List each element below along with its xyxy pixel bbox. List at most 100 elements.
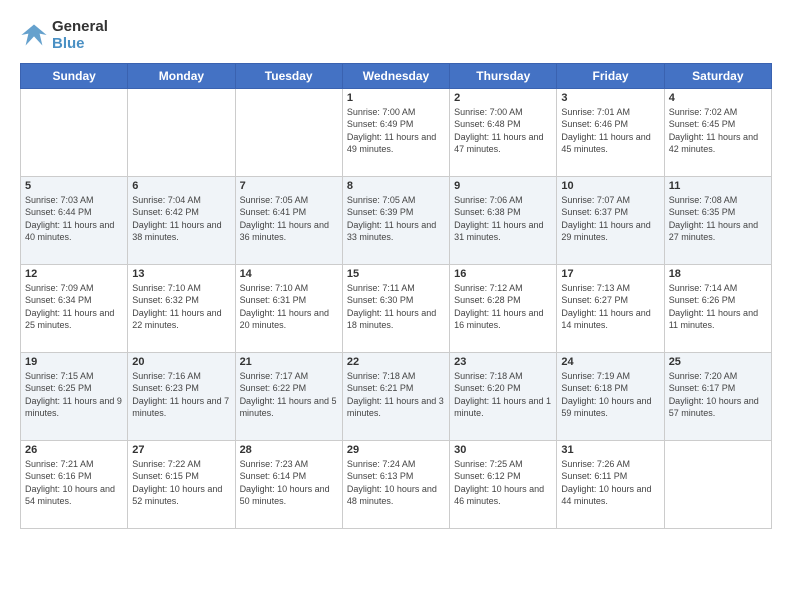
- column-header-tuesday: Tuesday: [235, 63, 342, 88]
- day-number: 15: [347, 268, 445, 280]
- day-info: Sunrise: 7:05 AM Sunset: 6:41 PM Dayligh…: [240, 194, 338, 244]
- calendar-cell: 2Sunrise: 7:00 AM Sunset: 6:48 PM Daylig…: [450, 88, 557, 176]
- day-number: 12: [25, 268, 123, 280]
- calendar-week-2: 5Sunrise: 7:03 AM Sunset: 6:44 PM Daylig…: [21, 176, 772, 264]
- day-number: 14: [240, 268, 338, 280]
- day-info: Sunrise: 7:12 AM Sunset: 6:28 PM Dayligh…: [454, 282, 552, 332]
- calendar-cell: 15 Sunrise: 7:11 AM Sunset: 6:30 PM Dayli…: [342, 264, 449, 352]
- day-info: Sunrise: 7:23 AM Sunset: 6:14 PM Dayligh…: [240, 458, 338, 508]
- column-header-monday: Monday: [128, 63, 235, 88]
- calendar-cell: 29Sunrise: 7:24 AM Sunset: 6:13 PM Dayli…: [342, 440, 449, 528]
- calendar-cell: 22 Sunrise: 7:18 AM Sunset: 6:21 PM Dayli…: [342, 352, 449, 440]
- calendar-cell: 31Sunrise: 7:26 AM Sunset: 6:11 PM Dayli…: [557, 440, 664, 528]
- calendar-cell: 12 Sunrise: 7:09 AM Sunset: 6:34 PM Dayli…: [21, 264, 128, 352]
- day-info: Sunrise: 7:15 AM Sunset: 6:25 PM Dayligh…: [25, 370, 123, 420]
- calendar-cell: 13 Sunrise: 7:10 AM Sunset: 6:32 PM Dayli…: [128, 264, 235, 352]
- logo: General Blue: [20, 18, 108, 53]
- calendar-cell: 8 Sunrise: 7:05 AM Sunset: 6:39 PM Daylig…: [342, 176, 449, 264]
- calendar-cell: 7 Sunrise: 7:05 AM Sunset: 6:41 PM Daylig…: [235, 176, 342, 264]
- day-info: Sunrise: 7:19 AM Sunset: 6:18 PM Dayligh…: [561, 370, 659, 420]
- calendar-cell: [21, 88, 128, 176]
- day-info: Sunrise: 7:04 AM Sunset: 6:42 PM Dayligh…: [132, 194, 230, 244]
- day-number: 4: [669, 92, 767, 104]
- calendar-cell: 16 Sunrise: 7:12 AM Sunset: 6:28 PM Dayli…: [450, 264, 557, 352]
- column-header-wednesday: Wednesday: [342, 63, 449, 88]
- header: General Blue: [20, 18, 772, 53]
- day-info: Sunrise: 7:05 AM Sunset: 6:39 PM Dayligh…: [347, 194, 445, 244]
- calendar-table: SundayMondayTuesdayWednesdayThursdayFrid…: [20, 63, 772, 529]
- day-number: 7: [240, 180, 338, 192]
- calendar-cell: 5Sunrise: 7:03 AM Sunset: 6:44 PM Daylig…: [21, 176, 128, 264]
- column-header-saturday: Saturday: [664, 63, 771, 88]
- calendar-week-4: 19 Sunrise: 7:15 AM Sunset: 6:25 PM Dayli…: [21, 352, 772, 440]
- day-info: Sunrise: 7:18 AM Sunset: 6:21 PM Dayligh…: [347, 370, 445, 420]
- calendar-cell: 27 Sunrise: 7:22 AM Sunset: 6:15 PM Dayli…: [128, 440, 235, 528]
- calendar-cell: 28Sunrise: 7:23 AM Sunset: 6:14 PM Dayli…: [235, 440, 342, 528]
- day-info: Sunrise: 7:03 AM Sunset: 6:44 PM Dayligh…: [25, 194, 123, 244]
- day-info: Sunrise: 7:20 AM Sunset: 6:17 PM Dayligh…: [669, 370, 767, 420]
- calendar-cell: [128, 88, 235, 176]
- day-info: Sunrise: 7:26 AM Sunset: 6:11 PM Dayligh…: [561, 458, 659, 508]
- calendar-cell: 26 Sunrise: 7:21 AM Sunset: 6:16 PM Dayli…: [21, 440, 128, 528]
- day-number: 22: [347, 356, 445, 368]
- day-number: 2: [454, 92, 552, 104]
- day-number: 1: [347, 92, 445, 104]
- calendar-cell: 17 Sunrise: 7:13 AM Sunset: 6:27 PM Dayli…: [557, 264, 664, 352]
- day-number: 17: [561, 268, 659, 280]
- column-header-thursday: Thursday: [450, 63, 557, 88]
- day-number: 10: [561, 180, 659, 192]
- day-info: Sunrise: 7:11 AM Sunset: 6:30 PM Dayligh…: [347, 282, 445, 332]
- calendar-cell: 4 Sunrise: 7:02 AM Sunset: 6:45 PM Daylig…: [664, 88, 771, 176]
- day-number: 23: [454, 356, 552, 368]
- calendar-cell: [235, 88, 342, 176]
- day-number: 27: [132, 444, 230, 456]
- day-info: Sunrise: 7:17 AM Sunset: 6:22 PM Dayligh…: [240, 370, 338, 420]
- calendar-cell: [664, 440, 771, 528]
- day-info: Sunrise: 7:06 AM Sunset: 6:38 PM Dayligh…: [454, 194, 552, 244]
- day-number: 8: [347, 180, 445, 192]
- column-header-friday: Friday: [557, 63, 664, 88]
- day-info: Sunrise: 7:08 AM Sunset: 6:35 PM Dayligh…: [669, 194, 767, 244]
- day-number: 26: [25, 444, 123, 456]
- day-info: Sunrise: 7:00 AM Sunset: 6:49 PM Dayligh…: [347, 106, 445, 156]
- day-number: 20: [132, 356, 230, 368]
- day-info: Sunrise: 7:01 AM Sunset: 6:46 PM Dayligh…: [561, 106, 659, 156]
- calendar-cell: 9 Sunrise: 7:06 AM Sunset: 6:38 PM Daylig…: [450, 176, 557, 264]
- day-info: Sunrise: 7:13 AM Sunset: 6:27 PM Dayligh…: [561, 282, 659, 332]
- calendar-cell: 11 Sunrise: 7:08 AM Sunset: 6:35 PM Dayli…: [664, 176, 771, 264]
- day-info: Sunrise: 7:18 AM Sunset: 6:20 PM Dayligh…: [454, 370, 552, 420]
- calendar-cell: 30 Sunrise: 7:25 AM Sunset: 6:12 PM Dayli…: [450, 440, 557, 528]
- day-number: 3: [561, 92, 659, 104]
- day-number: 6: [132, 180, 230, 192]
- day-number: 21: [240, 356, 338, 368]
- day-info: Sunrise: 7:09 AM Sunset: 6:34 PM Dayligh…: [25, 282, 123, 332]
- calendar-cell: 21 Sunrise: 7:17 AM Sunset: 6:22 PM Dayli…: [235, 352, 342, 440]
- day-info: Sunrise: 7:10 AM Sunset: 6:31 PM Dayligh…: [240, 282, 338, 332]
- day-number: 30: [454, 444, 552, 456]
- day-info: Sunrise: 7:25 AM Sunset: 6:12 PM Dayligh…: [454, 458, 552, 508]
- page: General Blue SundayMondayTuesdayWednesda…: [0, 0, 792, 612]
- day-info: Sunrise: 7:10 AM Sunset: 6:32 PM Dayligh…: [132, 282, 230, 332]
- calendar-cell: 10Sunrise: 7:07 AM Sunset: 6:37 PM Dayli…: [557, 176, 664, 264]
- calendar-cell: 19 Sunrise: 7:15 AM Sunset: 6:25 PM Dayli…: [21, 352, 128, 440]
- day-number: 11: [669, 180, 767, 192]
- calendar-cell: 1 Sunrise: 7:00 AM Sunset: 6:49 PM Daylig…: [342, 88, 449, 176]
- day-info: Sunrise: 7:16 AM Sunset: 6:23 PM Dayligh…: [132, 370, 230, 420]
- day-info: Sunrise: 7:02 AM Sunset: 6:45 PM Dayligh…: [669, 106, 767, 156]
- day-number: 9: [454, 180, 552, 192]
- calendar-cell: 23 Sunrise: 7:18 AM Sunset: 6:20 PM Dayli…: [450, 352, 557, 440]
- day-number: 25: [669, 356, 767, 368]
- day-number: 19: [25, 356, 123, 368]
- day-number: 29: [347, 444, 445, 456]
- logo-icon: [20, 21, 48, 49]
- calendar-cell: 6 Sunrise: 7:04 AM Sunset: 6:42 PM Daylig…: [128, 176, 235, 264]
- calendar-cell: 25 Sunrise: 7:20 AM Sunset: 6:17 PM Dayli…: [664, 352, 771, 440]
- calendar-header-row: SundayMondayTuesdayWednesdayThursdayFrid…: [21, 63, 772, 88]
- day-number: 13: [132, 268, 230, 280]
- day-number: 16: [454, 268, 552, 280]
- calendar-week-1: 1 Sunrise: 7:00 AM Sunset: 6:49 PM Daylig…: [21, 88, 772, 176]
- calendar-cell: 3 Sunrise: 7:01 AM Sunset: 6:46 PM Daylig…: [557, 88, 664, 176]
- calendar-week-3: 12 Sunrise: 7:09 AM Sunset: 6:34 PM Dayli…: [21, 264, 772, 352]
- day-info: Sunrise: 7:21 AM Sunset: 6:16 PM Dayligh…: [25, 458, 123, 508]
- day-info: Sunrise: 7:22 AM Sunset: 6:15 PM Dayligh…: [132, 458, 230, 508]
